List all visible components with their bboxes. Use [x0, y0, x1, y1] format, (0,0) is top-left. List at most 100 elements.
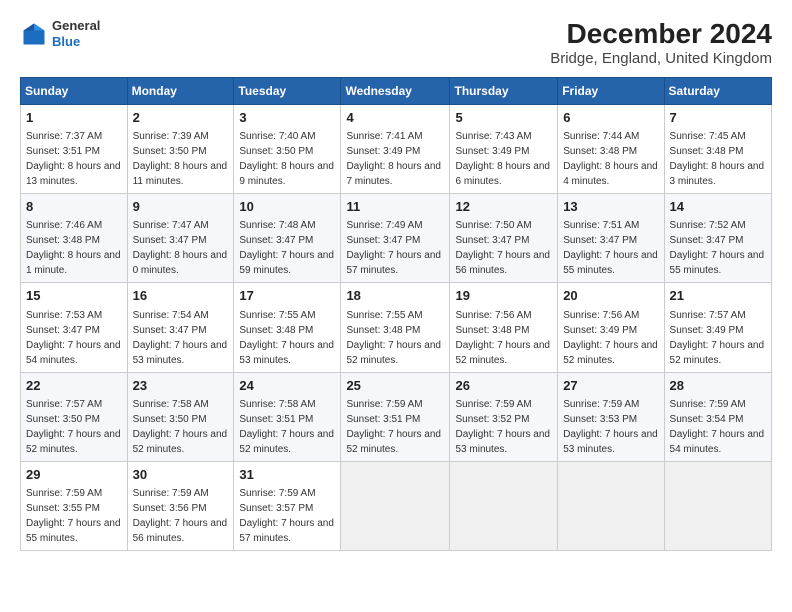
day-number: 8: [26, 198, 122, 216]
calendar-cell: 31Sunrise: 7:59 AMSunset: 3:57 PMDayligh…: [234, 461, 341, 550]
calendar-week-1: 1 Sunrise: 7:37 AMSunset: 3:51 PMDaylight…: [21, 105, 772, 194]
day-info: Sunrise: 7:53 AMSunset: 3:47 PMDaylight:…: [26, 310, 121, 366]
day-info: Sunrise: 7:45 AMSunset: 3:48 PMDaylight:…: [670, 131, 765, 187]
page: General Blue December 2024 Bridge, Engla…: [0, 0, 792, 612]
day-info: Sunrise: 7:41 AMSunset: 3:49 PMDaylight:…: [346, 131, 441, 187]
day-info: Sunrise: 7:59 AMSunset: 3:53 PMDaylight:…: [563, 399, 658, 455]
day-info: Sunrise: 7:40 AMSunset: 3:50 PMDaylight:…: [239, 131, 334, 187]
day-info: Sunrise: 7:55 AMSunset: 3:48 PMDaylight:…: [346, 310, 441, 366]
title-block: December 2024 Bridge, England, United Ki…: [550, 18, 772, 67]
day-number: 23: [133, 377, 229, 395]
day-number: 28: [670, 377, 766, 395]
calendar-cell: 18 Sunrise: 7:55 AMSunset: 3:48 PMDayligh…: [341, 283, 450, 372]
day-info: Sunrise: 7:43 AMSunset: 3:49 PMDaylight:…: [455, 131, 550, 187]
day-info: Sunrise: 7:37 AMSunset: 3:51 PMDaylight:…: [26, 131, 121, 187]
day-number: 19: [455, 287, 552, 305]
calendar-cell: 16 Sunrise: 7:54 AMSunset: 3:47 PMDayligh…: [127, 283, 234, 372]
day-info: Sunrise: 7:59 AMSunset: 3:54 PMDaylight:…: [670, 399, 765, 455]
day-info: Sunrise: 7:51 AMSunset: 3:47 PMDaylight:…: [563, 220, 658, 276]
day-number: 25: [346, 377, 444, 395]
header-sunday: Sunday: [21, 78, 128, 105]
calendar-cell: 25 Sunrise: 7:59 AMSunset: 3:51 PMDayligh…: [341, 372, 450, 461]
calendar-cell: 28 Sunrise: 7:59 AMSunset: 3:54 PMDayligh…: [664, 372, 771, 461]
day-info: Sunrise: 7:57 AMSunset: 3:49 PMDaylight:…: [670, 310, 765, 366]
calendar-cell: 4 Sunrise: 7:41 AMSunset: 3:49 PMDaylight…: [341, 105, 450, 194]
day-number: 3: [239, 109, 335, 127]
calendar-cell: 9Sunrise: 7:47 AMSunset: 3:47 PMDaylight…: [127, 194, 234, 283]
day-number: 26: [455, 377, 552, 395]
day-number: 14: [670, 198, 766, 216]
day-number: 17: [239, 287, 335, 305]
header-tuesday: Tuesday: [234, 78, 341, 105]
day-info: Sunrise: 7:47 AMSunset: 3:47 PMDaylight:…: [133, 220, 228, 276]
calendar-week-5: 29Sunrise: 7:59 AMSunset: 3:55 PMDayligh…: [21, 461, 772, 550]
day-number: 2: [133, 109, 229, 127]
calendar-cell: 30Sunrise: 7:59 AMSunset: 3:56 PMDayligh…: [127, 461, 234, 550]
calendar-cell: 22 Sunrise: 7:57 AMSunset: 3:50 PMDayligh…: [21, 372, 128, 461]
day-number: 11: [346, 198, 444, 216]
calendar-subtitle: Bridge, England, United Kingdom: [550, 50, 772, 67]
logo-text: General Blue: [52, 18, 100, 49]
calendar-cell: 2 Sunrise: 7:39 AMSunset: 3:50 PMDaylight…: [127, 105, 234, 194]
day-info: Sunrise: 7:49 AMSunset: 3:47 PMDaylight:…: [346, 220, 441, 276]
calendar-cell: 23 Sunrise: 7:58 AMSunset: 3:50 PMDayligh…: [127, 372, 234, 461]
day-number: 12: [455, 198, 552, 216]
calendar-cell: 7Sunrise: 7:45 AMSunset: 3:48 PMDaylight…: [664, 105, 771, 194]
calendar-cell: 13Sunrise: 7:51 AMSunset: 3:47 PMDayligh…: [558, 194, 664, 283]
day-number: 6: [563, 109, 658, 127]
day-info: Sunrise: 7:59 AMSunset: 3:52 PMDaylight:…: [455, 399, 550, 455]
day-info: Sunrise: 7:58 AMSunset: 3:51 PMDaylight:…: [239, 399, 334, 455]
calendar-cell: 20Sunrise: 7:56 AMSunset: 3:49 PMDayligh…: [558, 283, 664, 372]
logo-general: General: [52, 18, 100, 34]
calendar-cell: 3 Sunrise: 7:40 AMSunset: 3:50 PMDaylight…: [234, 105, 341, 194]
day-info: Sunrise: 7:56 AMSunset: 3:48 PMDaylight:…: [455, 310, 550, 366]
day-number: 24: [239, 377, 335, 395]
day-number: 4: [346, 109, 444, 127]
calendar-cell: [664, 461, 771, 550]
day-number: 30: [133, 466, 229, 484]
day-info: Sunrise: 7:52 AMSunset: 3:47 PMDaylight:…: [670, 220, 765, 276]
day-info: Sunrise: 7:39 AMSunset: 3:50 PMDaylight:…: [133, 131, 228, 187]
day-info: Sunrise: 7:54 AMSunset: 3:47 PMDaylight:…: [133, 310, 228, 366]
day-number: 5: [455, 109, 552, 127]
logo-blue: Blue: [52, 34, 100, 50]
calendar-cell: 15 Sunrise: 7:53 AMSunset: 3:47 PMDayligh…: [21, 283, 128, 372]
day-number: 15: [26, 287, 122, 305]
day-number: 1: [26, 109, 122, 127]
calendar-cell: [558, 461, 664, 550]
calendar-week-4: 22 Sunrise: 7:57 AMSunset: 3:50 PMDayligh…: [21, 372, 772, 461]
day-info: Sunrise: 7:48 AMSunset: 3:47 PMDaylight:…: [239, 220, 334, 276]
header-row: Sunday Monday Tuesday Wednesday Thursday…: [21, 78, 772, 105]
calendar-cell: 24 Sunrise: 7:58 AMSunset: 3:51 PMDayligh…: [234, 372, 341, 461]
calendar-cell: 10Sunrise: 7:48 AMSunset: 3:47 PMDayligh…: [234, 194, 341, 283]
header-friday: Friday: [558, 78, 664, 105]
calendar-cell: 5 Sunrise: 7:43 AMSunset: 3:49 PMDaylight…: [450, 105, 558, 194]
calendar-cell: 21 Sunrise: 7:57 AMSunset: 3:49 PMDayligh…: [664, 283, 771, 372]
calendar-cell: [450, 461, 558, 550]
day-info: Sunrise: 7:59 AMSunset: 3:57 PMDaylight:…: [239, 488, 334, 544]
day-info: Sunrise: 7:57 AMSunset: 3:50 PMDaylight:…: [26, 399, 121, 455]
day-info: Sunrise: 7:58 AMSunset: 3:50 PMDaylight:…: [133, 399, 228, 455]
header-wednesday: Wednesday: [341, 78, 450, 105]
calendar-cell: 27Sunrise: 7:59 AMSunset: 3:53 PMDayligh…: [558, 372, 664, 461]
day-number: 18: [346, 287, 444, 305]
day-number: 16: [133, 287, 229, 305]
calendar-cell: 1 Sunrise: 7:37 AMSunset: 3:51 PMDaylight…: [21, 105, 128, 194]
day-info: Sunrise: 7:55 AMSunset: 3:48 PMDaylight:…: [239, 310, 334, 366]
day-info: Sunrise: 7:50 AMSunset: 3:47 PMDaylight:…: [455, 220, 550, 276]
calendar-body: 1 Sunrise: 7:37 AMSunset: 3:51 PMDaylight…: [21, 105, 772, 551]
day-number: 21: [670, 287, 766, 305]
calendar-cell: 19 Sunrise: 7:56 AMSunset: 3:48 PMDayligh…: [450, 283, 558, 372]
calendar-cell: 11 Sunrise: 7:49 AMSunset: 3:47 PMDayligh…: [341, 194, 450, 283]
header-saturday: Saturday: [664, 78, 771, 105]
calendar-week-2: 8Sunrise: 7:46 AMSunset: 3:48 PMDaylight…: [21, 194, 772, 283]
header-thursday: Thursday: [450, 78, 558, 105]
calendar-title: December 2024: [550, 18, 772, 50]
calendar-cell: 14 Sunrise: 7:52 AMSunset: 3:47 PMDayligh…: [664, 194, 771, 283]
day-number: 22: [26, 377, 122, 395]
calendar-cell: 12 Sunrise: 7:50 AMSunset: 3:47 PMDayligh…: [450, 194, 558, 283]
calendar-cell: [341, 461, 450, 550]
calendar-header: Sunday Monday Tuesday Wednesday Thursday…: [21, 78, 772, 105]
day-info: Sunrise: 7:59 AMSunset: 3:51 PMDaylight:…: [346, 399, 441, 455]
calendar-cell: 26 Sunrise: 7:59 AMSunset: 3:52 PMDayligh…: [450, 372, 558, 461]
